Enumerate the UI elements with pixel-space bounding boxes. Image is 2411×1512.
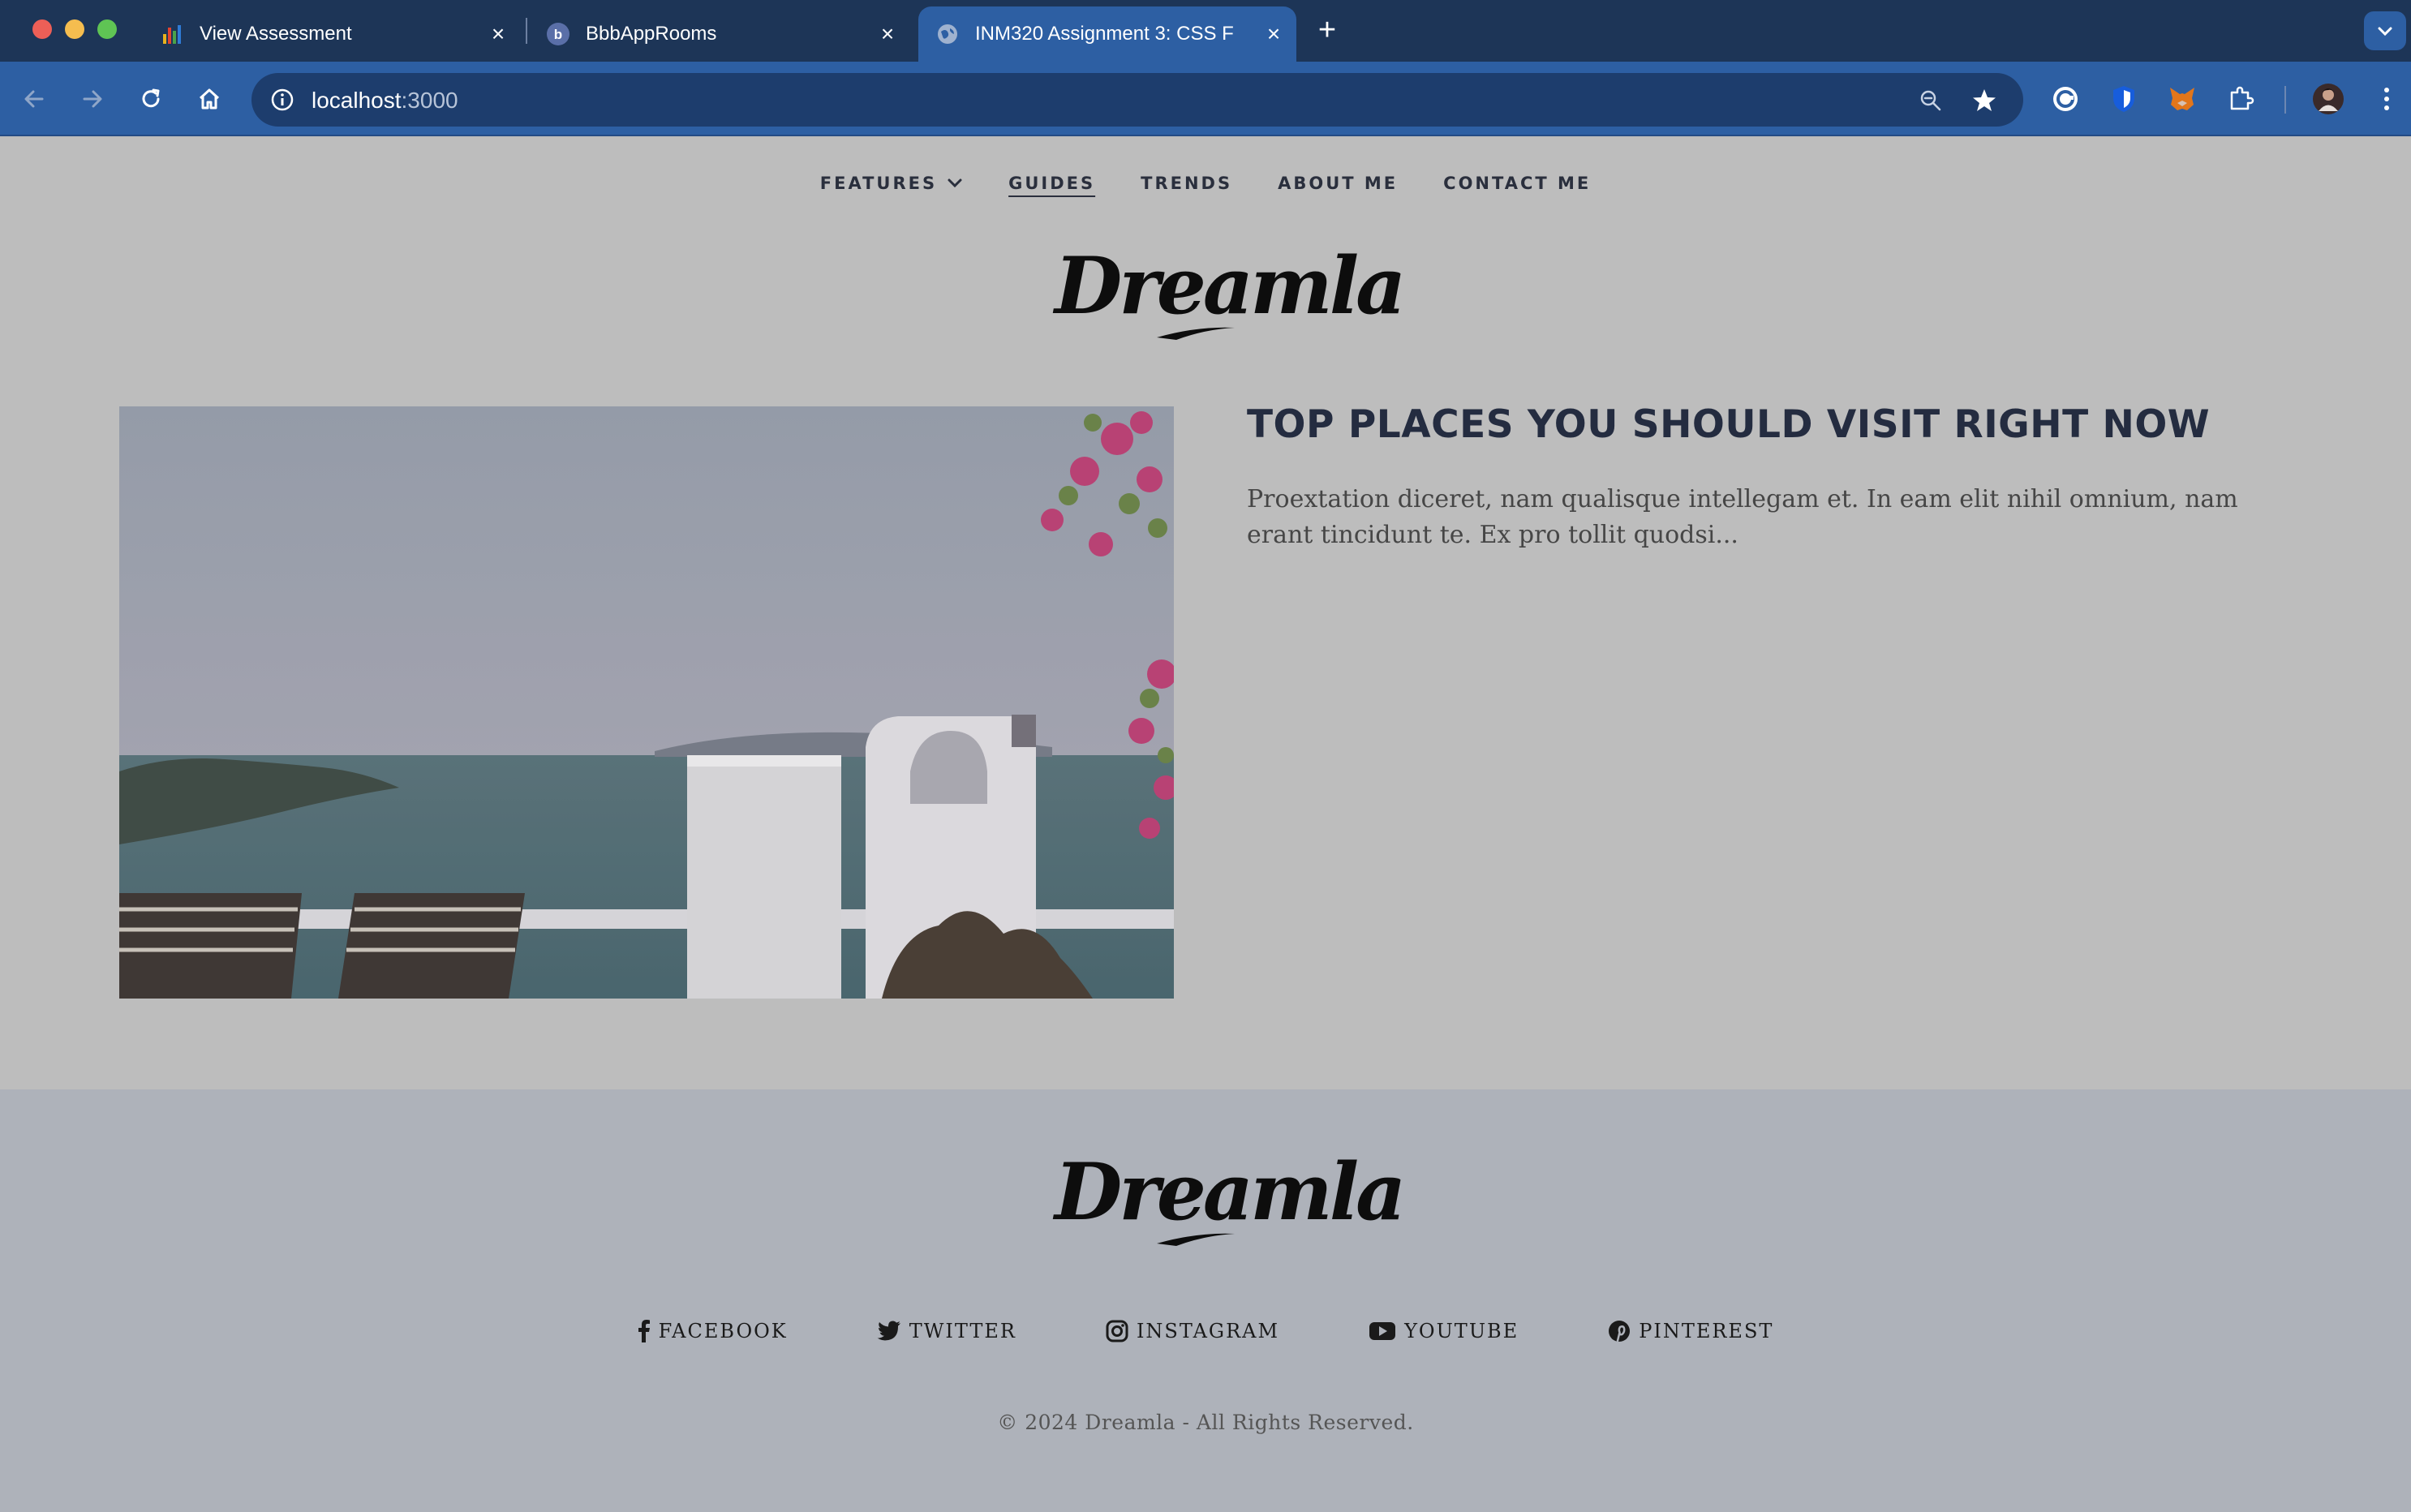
url-host: localhost — [312, 88, 402, 113]
nav-trends[interactable]: TRENDS — [1141, 167, 1232, 200]
pinterest-icon — [1609, 1321, 1631, 1342]
chevron-down-icon — [948, 178, 962, 188]
bookmark-star-icon[interactable] — [1968, 84, 2001, 117]
grammarly-icon[interactable] — [2046, 79, 2085, 118]
pinterest-link[interactable]: PINTEREST — [1608, 1315, 1773, 1347]
close-window-button[interactable] — [32, 19, 52, 39]
site-info-icon[interactable] — [268, 85, 297, 114]
metamask-fox-icon[interactable] — [2163, 79, 2202, 118]
arrow-left-icon — [24, 90, 44, 108]
tab-search-button[interactable] — [2364, 11, 2406, 50]
new-tab-button[interactable]: + — [1311, 15, 1343, 47]
chevron-down-icon — [2378, 27, 2392, 37]
nav-features[interactable]: FEATURES — [820, 167, 963, 200]
home-icon — [199, 88, 220, 110]
instagram-icon — [1106, 1320, 1128, 1342]
globe-icon — [935, 21, 961, 47]
facebook-link[interactable]: FACEBOOK — [638, 1315, 788, 1347]
facebook-label: FACEBOOK — [658, 1320, 788, 1342]
maximize-window-button[interactable] — [97, 19, 117, 39]
nav-contact-me[interactable]: CONTACT ME — [1443, 167, 1591, 200]
copyright-text: © 2024 Dreamla - All Rights Reserved. — [997, 1411, 1414, 1434]
instagram-label: INSTAGRAM — [1136, 1320, 1280, 1342]
zoom-icon[interactable] — [1915, 84, 1947, 117]
bar-chart-icon — [159, 21, 185, 47]
reload-icon — [142, 88, 160, 108]
site-footer: Dreamla FACEBOOK TWITTER INSTAGRAM YOUTU… — [0, 1089, 2411, 1512]
tab-title: BbbAppRooms — [586, 23, 717, 45]
tab-separator — [526, 18, 527, 44]
pinterest-label: PINTEREST — [1639, 1320, 1774, 1342]
nav-features-label: FEATURES — [819, 174, 938, 193]
reload-button[interactable] — [131, 79, 170, 118]
twitter-label: TWITTER — [909, 1320, 1016, 1342]
instagram-link[interactable]: INSTAGRAM — [1106, 1315, 1279, 1347]
forward-button[interactable] — [73, 79, 112, 118]
profile-avatar[interactable] — [2309, 79, 2348, 118]
youtube-icon — [1369, 1322, 1396, 1340]
post-title[interactable]: TOP PLACES YOU SHOULD VISIT RIGHT NOW — [1247, 402, 2210, 447]
browser-toolbar: localhost:3000 — [0, 62, 2411, 136]
home-button[interactable] — [190, 79, 229, 118]
site-logo[interactable]: Dreamla — [1055, 242, 1406, 347]
browser-menu-button[interactable] — [2367, 79, 2406, 118]
b-logo-icon: b — [545, 21, 571, 47]
post-image[interactable] — [119, 406, 1174, 999]
close-icon[interactable]: × — [875, 21, 900, 47]
santorini-photo — [119, 406, 1174, 999]
toolbar-separator — [2284, 86, 2286, 114]
logo-swash — [1157, 1233, 1235, 1246]
tab-title: View Assessment — [200, 23, 352, 45]
address-bar[interactable]: localhost:3000 — [251, 73, 2023, 127]
footer-logo[interactable]: Dreamla — [1055, 1148, 1406, 1253]
facebook-icon — [638, 1320, 650, 1342]
back-button[interactable] — [15, 79, 54, 118]
tab-title: INM320 Assignment 3: CSS F — [975, 23, 1234, 45]
youtube-label: YOUTUBE — [1404, 1320, 1519, 1342]
url-port: :3000 — [401, 88, 458, 113]
avatar-icon — [2313, 84, 2344, 114]
tab-inm320-assignment[interactable]: INM320 Assignment 3: CSS F × — [918, 6, 1296, 62]
arrow-right-icon — [83, 90, 102, 108]
tab-bbbapprooms[interactable]: b BbbAppRooms × — [529, 6, 910, 62]
youtube-link[interactable]: YOUTUBE — [1369, 1315, 1519, 1347]
tab-strip: View Assessment × b BbbAppRooms × INM320… — [0, 0, 2411, 62]
social-links: FACEBOOK TWITTER INSTAGRAM YOUTUBE PINTE… — [0, 1315, 2411, 1347]
twitter-bird-icon — [877, 1321, 900, 1341]
nav-about-me[interactable]: ABOUT ME — [1278, 167, 1398, 200]
close-icon[interactable]: × — [1261, 21, 1287, 47]
close-icon[interactable]: × — [485, 21, 511, 47]
kebab-menu-icon — [2384, 88, 2389, 110]
main-nav: FEATURES GUIDES TRENDS ABOUT ME CONTACT … — [0, 167, 2411, 200]
minimize-window-button[interactable] — [65, 19, 84, 39]
svg-text:b: b — [554, 27, 562, 42]
password-manager-icon[interactable] — [2104, 79, 2143, 118]
url-text: localhost:3000 — [312, 88, 458, 114]
twitter-link[interactable]: TWITTER — [877, 1315, 1016, 1347]
extensions-puzzle-icon[interactable] — [2221, 79, 2260, 118]
logo-swash — [1157, 327, 1235, 340]
tab-view-assessment[interactable]: View Assessment × — [143, 6, 521, 62]
nav-guides[interactable]: GUIDES — [1008, 167, 1095, 200]
post-excerpt: Proextation diceret, nam qualisque intel… — [1247, 485, 2238, 549]
